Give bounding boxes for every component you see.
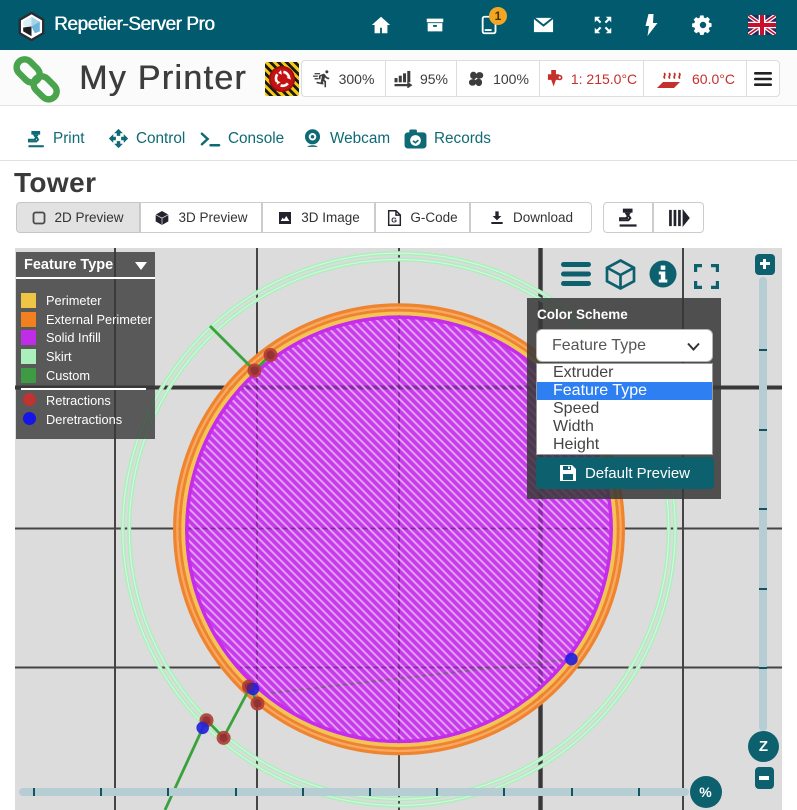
svg-text:G: G <box>392 215 398 224</box>
